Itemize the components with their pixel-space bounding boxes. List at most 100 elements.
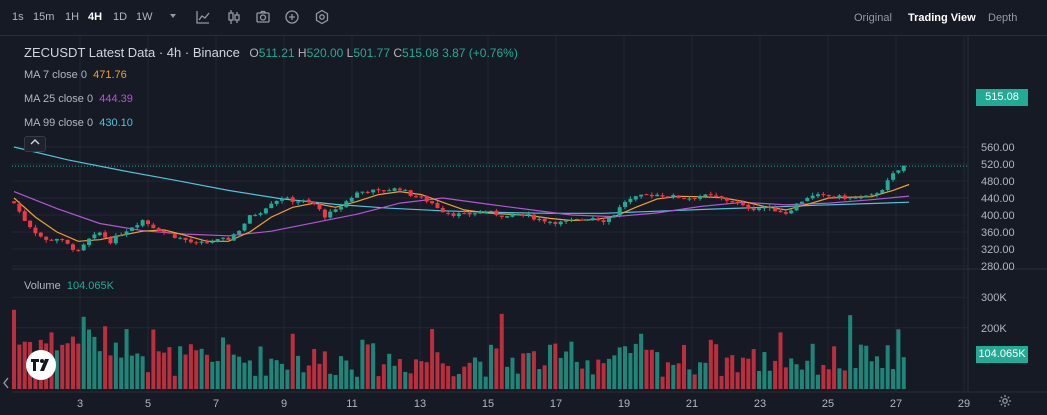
candle[interactable] <box>135 222 140 230</box>
candle[interactable] <box>682 197 686 200</box>
candle[interactable] <box>521 213 526 218</box>
candle[interactable] <box>794 203 799 212</box>
timeframe-15m[interactable]: 15m <box>33 11 54 23</box>
candle[interactable] <box>403 188 408 192</box>
candle[interactable] <box>655 192 660 197</box>
add-icon[interactable] <box>284 9 300 25</box>
candle[interactable] <box>22 209 27 222</box>
candle[interactable] <box>355 191 360 198</box>
candle[interactable] <box>644 193 649 196</box>
candle[interactable] <box>392 187 397 192</box>
candle[interactable] <box>858 195 863 200</box>
candle[interactable] <box>628 196 633 205</box>
candle[interactable] <box>837 194 842 200</box>
candle[interactable] <box>183 237 188 243</box>
view-original-tab[interactable]: Original <box>854 12 892 24</box>
timeframe-1w[interactable]: 1W <box>136 11 153 23</box>
candle[interactable] <box>301 199 306 204</box>
candle[interactable] <box>767 204 772 211</box>
candle[interactable] <box>87 237 92 248</box>
candle[interactable] <box>376 187 381 194</box>
candle[interactable] <box>360 191 365 195</box>
candle[interactable] <box>328 209 333 219</box>
candle[interactable] <box>424 195 429 204</box>
candle[interactable] <box>783 210 788 216</box>
candle[interactable] <box>789 208 794 215</box>
candle[interactable] <box>891 170 896 183</box>
candle[interactable] <box>344 199 349 208</box>
candle[interactable] <box>692 197 697 201</box>
candle[interactable] <box>124 229 129 237</box>
candle[interactable] <box>231 233 236 242</box>
candle[interactable] <box>33 224 38 237</box>
candle-type-icon[interactable] <box>226 9 242 25</box>
candle[interactable] <box>456 211 461 219</box>
timeframe-1s[interactable]: 1s <box>12 11 24 23</box>
candle[interactable] <box>580 218 585 221</box>
candle[interactable] <box>708 191 713 198</box>
candle[interactable] <box>151 222 156 229</box>
candle[interactable] <box>60 238 65 242</box>
candle[interactable] <box>285 196 290 199</box>
candle[interactable] <box>44 236 49 243</box>
candle[interactable] <box>81 243 86 252</box>
candle[interactable] <box>274 200 279 207</box>
view-trading-view-tab[interactable]: Trading View <box>908 12 976 24</box>
candle[interactable] <box>38 232 43 238</box>
candle[interactable] <box>612 214 617 218</box>
candle[interactable] <box>312 201 317 206</box>
candle[interactable] <box>874 192 879 198</box>
candle[interactable] <box>365 190 370 194</box>
candle[interactable] <box>773 205 778 212</box>
candle[interactable] <box>172 233 177 239</box>
candle[interactable] <box>880 188 885 194</box>
candle[interactable] <box>408 189 413 197</box>
candle[interactable] <box>247 214 252 225</box>
view-depth-tab[interactable]: Depth <box>988 12 1017 24</box>
candlestick-chart-svg[interactable]: 560.00 520.00 480.00 440.00 400.00 360.00 320.… <box>0 36 1047 415</box>
candle[interactable] <box>499 215 504 220</box>
chart-settings-gear-icon[interactable] <box>998 394 1012 411</box>
candle[interactable] <box>542 217 547 224</box>
candle[interactable] <box>478 210 483 214</box>
candle[interactable] <box>70 243 75 252</box>
candle[interactable] <box>242 223 247 232</box>
candle[interactable] <box>810 192 815 200</box>
candle[interactable] <box>226 236 231 241</box>
candle[interactable] <box>505 216 510 219</box>
candle[interactable] <box>510 213 515 218</box>
camera-icon[interactable] <box>255 9 271 25</box>
timeframe-1h[interactable]: 1H <box>65 11 79 23</box>
chevron-down-icon[interactable] <box>165 9 181 25</box>
candle[interactable] <box>901 165 906 173</box>
candle[interactable] <box>596 216 601 222</box>
legend-collapse-button[interactable] <box>24 136 46 152</box>
candle[interactable] <box>371 189 376 195</box>
candle[interactable] <box>896 170 901 175</box>
candle[interactable] <box>322 208 327 221</box>
candle[interactable] <box>103 230 108 239</box>
timeframe-4h[interactable]: 4H <box>88 11 102 23</box>
candle[interactable] <box>864 195 869 198</box>
candle[interactable] <box>633 195 638 202</box>
candle[interactable] <box>92 231 97 241</box>
candle[interactable] <box>296 201 301 205</box>
candle[interactable] <box>569 217 574 223</box>
candle[interactable] <box>606 216 611 225</box>
candle[interactable] <box>799 201 804 204</box>
candle[interactable] <box>129 227 134 232</box>
candle[interactable] <box>531 213 536 221</box>
candle[interactable] <box>698 194 703 201</box>
candle[interactable] <box>333 208 338 213</box>
candle[interactable] <box>751 205 756 212</box>
candle[interactable] <box>548 220 552 225</box>
candle[interactable] <box>451 211 456 218</box>
candle[interactable] <box>65 239 70 245</box>
candle[interactable] <box>258 211 263 217</box>
candle[interactable] <box>848 197 853 201</box>
candle[interactable] <box>290 195 295 205</box>
candle[interactable] <box>188 237 193 244</box>
candle[interactable] <box>28 220 33 229</box>
candle[interactable] <box>381 189 386 194</box>
candle[interactable] <box>263 207 268 215</box>
